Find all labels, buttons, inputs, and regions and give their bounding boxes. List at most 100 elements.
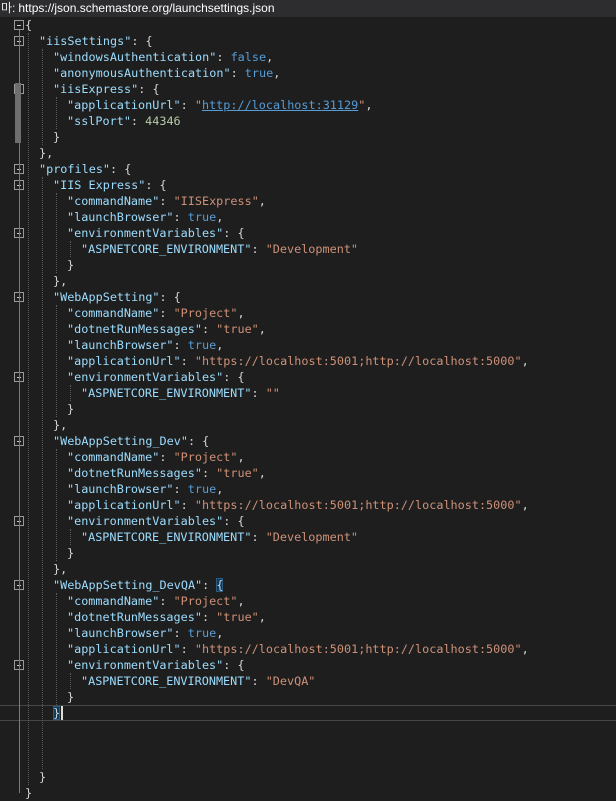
- text-caret: [61, 706, 64, 720]
- code-token: ,: [258, 322, 266, 336]
- code-line[interactable]: "ASPNETCORE_ENVIRONMENT": "": [0, 385, 616, 401]
- code-line[interactable]: }: [0, 257, 616, 273]
- code-line[interactable]: }: [0, 401, 616, 417]
- code-line[interactable]: "commandName": "Project",: [0, 593, 616, 609]
- code-text: "launchBrowser": true,: [67, 625, 223, 641]
- collapse-icon[interactable]: [14, 20, 24, 30]
- code-line[interactable]: "commandName": "Project",: [0, 305, 616, 321]
- code-line[interactable]: "environmentVariables": {: [0, 225, 616, 241]
- code-line[interactable]: },: [0, 417, 616, 433]
- code-token: :: [173, 626, 188, 640]
- code-token: "environmentVariables": [67, 658, 224, 672]
- code-line[interactable]: "dotnetRunMessages": "true",: [0, 465, 616, 481]
- code-token: :: [251, 242, 266, 256]
- code-line[interactable]: "launchBrowser": true,: [0, 625, 616, 641]
- code-line[interactable]: "launchBrowser": true,: [0, 337, 616, 353]
- code-token: ,: [266, 50, 274, 64]
- code-line[interactable]: "applicationUrl": "https://localhost:500…: [0, 641, 616, 657]
- code-token: ,: [258, 466, 266, 480]
- code-line[interactable]: },: [0, 145, 616, 161]
- code-token: :: [173, 338, 188, 352]
- code-line[interactable]: "environmentVariables": {: [0, 369, 616, 385]
- code-line[interactable]: "environmentVariables": {: [0, 513, 616, 529]
- code-line[interactable]: },: [0, 561, 616, 577]
- code-token: :: [251, 530, 266, 544]
- code-token: :: [180, 98, 195, 112]
- code-line[interactable]: "ASPNETCORE_ENVIRONMENT": "DevQA": [0, 673, 616, 689]
- code-token: "launchBrowser": [67, 210, 174, 224]
- schema-url[interactable]: https://json.schemastore.org/launchsetti…: [18, 1, 274, 15]
- code-text: "dotnetRunMessages": "true",: [67, 465, 266, 481]
- code-line[interactable]: "iisExpress": {: [0, 81, 616, 97]
- code-token: ,: [237, 450, 245, 464]
- code-line[interactable]: "iisSettings": {: [0, 33, 616, 49]
- code-token: : {: [159, 290, 181, 304]
- code-line[interactable]: "ASPNETCORE_ENVIRONMENT": "Development": [0, 241, 616, 257]
- code-line[interactable]: }: [0, 785, 616, 801]
- code-token: 44346: [145, 114, 181, 128]
- code-line[interactable]: "applicationUrl": "https://localhost:500…: [0, 497, 616, 513]
- code-text: "dotnetRunMessages": "true",: [67, 321, 266, 337]
- indent-guide: [70, 529, 71, 545]
- code-line[interactable]: "launchBrowser": true,: [0, 481, 616, 497]
- code-line[interactable]: "applicationUrl": "https://localhost:500…: [0, 353, 616, 369]
- code-token: ,: [258, 610, 266, 624]
- code-token: :: [180, 498, 195, 512]
- code-line[interactable]: "WebAppSetting_DevQA": {: [0, 577, 616, 593]
- code-text: }: [67, 689, 74, 705]
- code-text: "applicationUrl": "https://localhost:500…: [67, 353, 529, 369]
- indent-guide: [56, 593, 57, 705]
- code-line[interactable]: [0, 737, 616, 753]
- code-text: "WebAppSetting_Dev": {: [53, 433, 209, 449]
- code-line[interactable]: }: [0, 545, 616, 561]
- code-editor[interactable]: {"iisSettings": {"windowsAuthentication"…: [0, 17, 616, 800]
- code-line[interactable]: "commandName": "Project",: [0, 449, 616, 465]
- code-line[interactable]: [0, 753, 616, 769]
- code-line[interactable]: }: [0, 129, 616, 145]
- code-text: "IIS Express": {: [53, 177, 167, 193]
- code-line[interactable]: [0, 721, 616, 737]
- code-line[interactable]: "WebAppSetting": {: [0, 289, 616, 305]
- code-line[interactable]: "launchBrowser": true,: [0, 209, 616, 225]
- code-token: :: [251, 386, 266, 400]
- code-text: "commandName": "Project",: [67, 449, 245, 465]
- schema-bar[interactable]: 마: https://json.schemastore.org/launchset…: [0, 0, 616, 17]
- fold-connector: [19, 30, 20, 793]
- code-token: ,: [237, 594, 245, 608]
- code-line[interactable]: "commandName": "IISExpress",: [0, 193, 616, 209]
- code-line[interactable]: }: [0, 705, 616, 721]
- code-line[interactable]: "sslPort": 44346: [0, 113, 616, 129]
- code-line[interactable]: }: [0, 689, 616, 705]
- code-token[interactable]: http://localhost:31129: [202, 98, 358, 112]
- code-text: },: [39, 145, 53, 161]
- code-line[interactable]: }: [0, 769, 616, 785]
- code-line[interactable]: "environmentVariables": {: [0, 657, 616, 673]
- code-token: },: [53, 274, 68, 288]
- code-line[interactable]: "dotnetRunMessages": "true",: [0, 321, 616, 337]
- code-line[interactable]: "applicationUrl": "http://localhost:3112…: [0, 97, 616, 113]
- code-token: "WebAppSetting_Dev": [53, 434, 188, 448]
- code-token: ,: [237, 306, 245, 320]
- code-line[interactable]: },: [0, 273, 616, 289]
- code-line[interactable]: "IIS Express": {: [0, 177, 616, 193]
- code-token: : {: [223, 226, 245, 240]
- code-token: :: [159, 306, 174, 320]
- code-token: ,: [216, 210, 224, 224]
- code-token: ,: [273, 66, 281, 80]
- code-line[interactable]: "ASPNETCORE_ENVIRONMENT": "Development": [0, 529, 616, 545]
- code-line[interactable]: "windowsAuthentication": false,: [0, 49, 616, 65]
- code-line[interactable]: "anonymousAuthentication": true,: [0, 65, 616, 81]
- code-token: "environmentVariables": [67, 370, 224, 384]
- code-line[interactable]: "profiles": {: [0, 161, 616, 177]
- code-line[interactable]: "WebAppSetting_Dev": {: [0, 433, 616, 449]
- code-line[interactable]: "dotnetRunMessages": "true",: [0, 609, 616, 625]
- indent-guide: [42, 177, 43, 769]
- code-token: "iisExpress": [53, 82, 139, 96]
- code-token: "Development": [265, 530, 359, 544]
- code-token: }: [67, 690, 75, 704]
- code-token: "Project": [173, 306, 238, 320]
- code-text: "environmentVariables": {: [67, 657, 245, 673]
- code-line[interactable]: {: [0, 17, 616, 33]
- code-text: "ASPNETCORE_ENVIRONMENT": "DevQA": [81, 673, 315, 689]
- code-text: "commandName": "Project",: [67, 593, 245, 609]
